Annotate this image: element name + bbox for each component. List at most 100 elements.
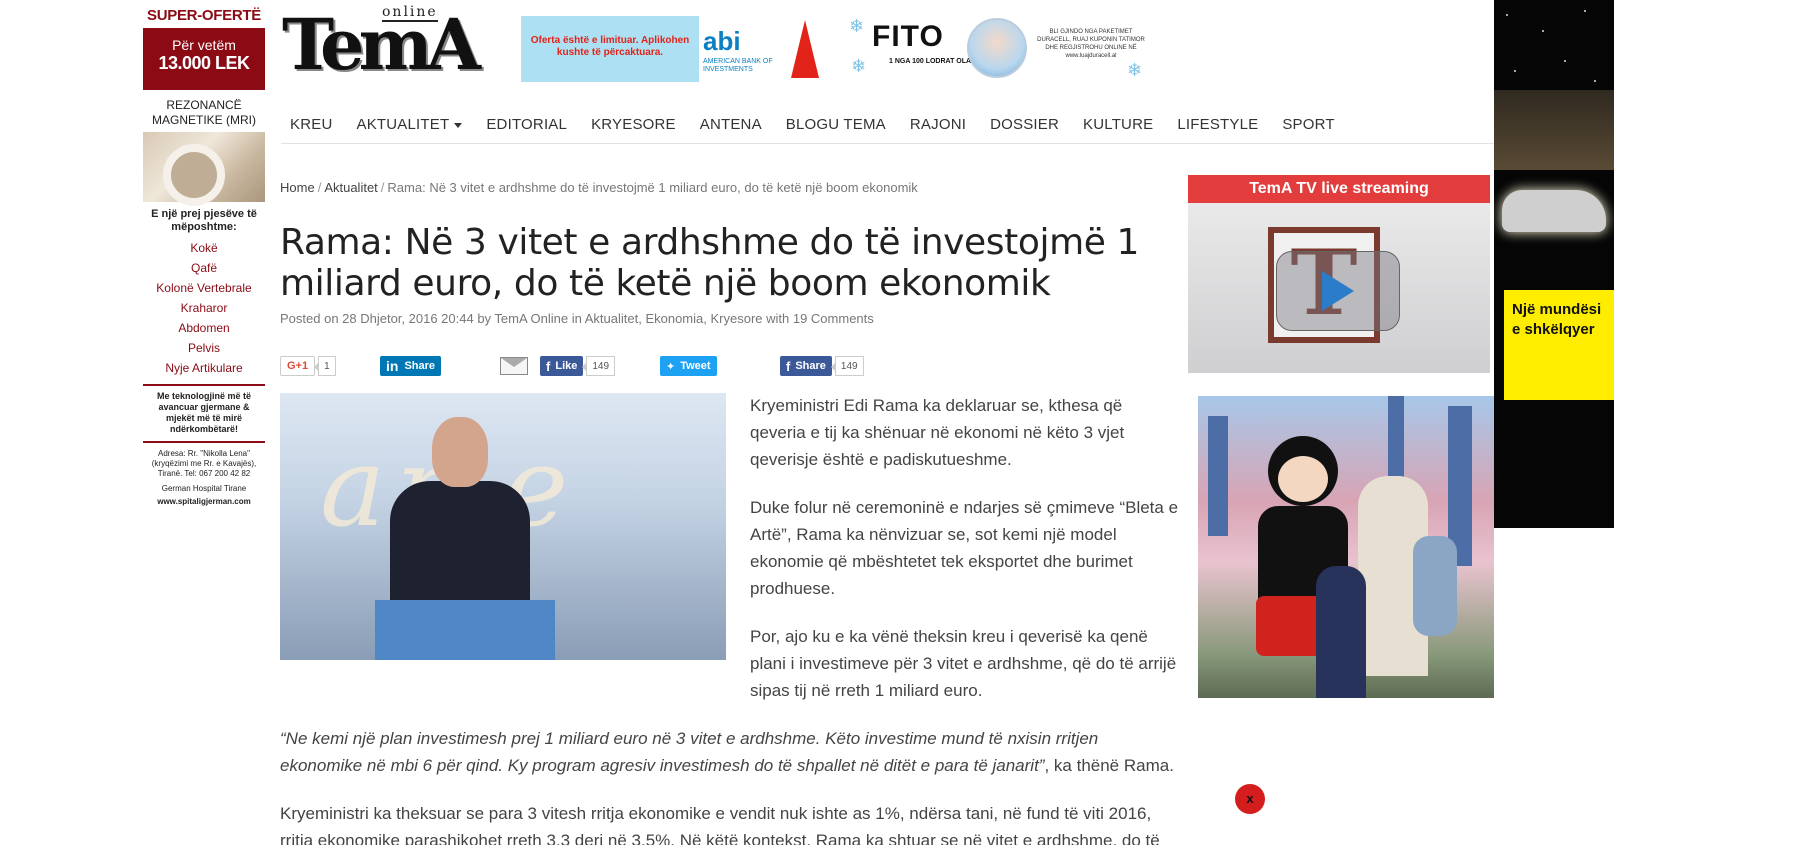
city-building-image xyxy=(1494,90,1614,170)
facebook-share-button[interactable]: f Share xyxy=(780,356,832,376)
breadcrumb-home[interactable]: Home xyxy=(280,180,315,195)
nav-item-kryesore[interactable]: KRYESORE xyxy=(591,116,676,133)
linkedin-label: Share xyxy=(404,360,436,372)
ad-question: E një prej pjesëve të mëposhtme: xyxy=(151,208,257,233)
right-skyscraper-ad[interactable]: Një mundësi e shkëlqyer xyxy=(1494,0,1614,528)
tweet-button[interactable]: ✦ Tweet xyxy=(660,356,717,376)
facebook-share-label: Share xyxy=(795,360,826,372)
nav-item-lifestyle[interactable]: LIFESTYLE xyxy=(1177,116,1258,133)
star-dot xyxy=(1584,10,1586,12)
ad-address: Adresa: Rr. "Nikolla Lena" (kryqëzimi me… xyxy=(151,449,257,478)
list-item: Abdomen xyxy=(178,321,230,335)
nav-item-editorial[interactable]: EDITORIAL xyxy=(486,116,567,133)
tv-player[interactable]: T xyxy=(1188,203,1490,373)
share-bar: G+1 1 in Share f Like 149 ✦ Tweet f Share 14… xyxy=(280,356,900,378)
quote-attribution: , ka thënë Rama. xyxy=(1044,756,1174,775)
close-button[interactable]: x xyxy=(1235,784,1265,814)
breadcrumb: Home / Aktualitet / Rama: Në 3 vitet e ardhs… xyxy=(280,180,918,195)
facebook-share-count: 149 xyxy=(830,356,864,376)
podium xyxy=(375,600,555,660)
star-dot xyxy=(1594,80,1596,82)
play-button[interactable] xyxy=(1276,251,1400,331)
nav-item-antena[interactable]: ANTENA xyxy=(700,116,762,133)
twitter-share[interactable]: ✦ Tweet xyxy=(660,356,717,376)
nav-item-sport[interactable]: SPORT xyxy=(1282,116,1334,133)
list-item: Kolonë Vertebrale xyxy=(156,281,252,295)
girl-figure xyxy=(1316,566,1366,698)
nav-item-aktualitet[interactable]: AKTUALITET xyxy=(356,116,463,133)
abi-logo: abi xyxy=(703,26,741,56)
site-logo[interactable]: online TemA xyxy=(282,2,500,82)
castle-tower xyxy=(1208,416,1228,536)
article-meta: Posted on 28 Dhjetor, 2016 20:44 by TemA… xyxy=(280,311,874,326)
twitter-bird-icon: ✦ xyxy=(666,360,676,373)
article-paragraph: Por, ajo ku e ka vënë theksin kreu i qev… xyxy=(750,627,1177,700)
article-title: Rama: Në 3 vitet e ardhshme do të invest… xyxy=(280,222,1140,304)
mri-machine-image xyxy=(143,132,265,206)
ad-website: www.spitaligjerman.com xyxy=(157,497,251,506)
ad-tech-text: Me teknologjinë më të avancuar gjermane … xyxy=(156,391,252,434)
nav-item-kreu[interactable]: KREU xyxy=(290,116,332,133)
fito-banner-ad[interactable]: ❄ ❄ ❄ FITO 1 NGA 100 LODRAT OLAF BLI GJI… xyxy=(847,16,1153,82)
linkedin-button[interactable]: in Share xyxy=(380,356,442,376)
tv-title: TemA TV live streaming xyxy=(1188,175,1490,203)
gplus-share[interactable]: G+1 1 xyxy=(280,356,336,376)
abi-banner-ad[interactable]: Oferta është e limituar. Aplikohen kusht… xyxy=(521,16,821,82)
list-item: Pelvis xyxy=(187,341,220,355)
right-ad-text: Një mundësi e shkëlqyer xyxy=(1504,290,1614,400)
disney-ad-image[interactable] xyxy=(1198,396,1494,698)
facebook-like[interactable]: f Like 149 xyxy=(540,356,616,376)
list-item: Kraharor xyxy=(180,301,228,315)
nav-item-blogu-tema[interactable]: BLOGU TEMA xyxy=(786,116,886,133)
email-icon[interactable] xyxy=(500,357,528,375)
nav-item-label: AKTUALITET xyxy=(356,116,450,133)
divider xyxy=(143,384,265,386)
ad-hospital-logo: German Hospital Tirane xyxy=(161,484,247,493)
star-dot xyxy=(1506,14,1508,16)
facebook-like-button[interactable]: f Like xyxy=(540,356,584,376)
linkedin-share[interactable]: in Share xyxy=(380,356,442,376)
caret-down-icon xyxy=(454,122,463,128)
ad-title: SUPER-OFERTË xyxy=(147,7,261,24)
ad-price-line1: Për vetëm xyxy=(172,37,236,53)
star-dot xyxy=(1564,60,1566,62)
breadcrumb-section[interactable]: Aktualitet xyxy=(324,180,377,195)
quote-text: “Ne kemi një plan investimesh prej 1 mil… xyxy=(280,729,1099,775)
article-paragraph: Kryeministri Edi Rama ka deklaruar se, k… xyxy=(750,396,1125,469)
ad-body-parts-list: Kokë Qafë Kolonë Vertebrale Kraharor Abd… xyxy=(143,238,265,378)
mickey-face xyxy=(1278,456,1328,502)
article-quote: “Ne kemi një plan investimesh prej 1 mil… xyxy=(280,725,1180,779)
nav-item-rajoni[interactable]: RAJONI xyxy=(910,116,966,133)
tema-tv-widget[interactable]: TemA TV live streaming T xyxy=(1188,175,1490,373)
abi-subtitle: AMERICAN BANK OF INVESTMENTS xyxy=(703,58,773,73)
character-image xyxy=(967,18,1027,78)
child-figure xyxy=(1413,536,1457,636)
article-image: ar e xyxy=(280,393,726,660)
article-paragraph: Kryeministri ka theksuar se para 3 vites… xyxy=(280,804,1160,845)
list-item: Qafë xyxy=(190,261,217,275)
ad-mri-label: REZONANCË MAGNETIKE (MRI) xyxy=(152,98,256,127)
main-nav: KREU AKTUALITET EDITORIAL KRYESORE ANTEN… xyxy=(281,106,1501,144)
tweet-label: Tweet xyxy=(680,360,711,372)
gplus-count: 1 xyxy=(314,356,336,376)
star-dot xyxy=(1542,30,1544,32)
ad-price-box: Për vetëm 13.000 LEK xyxy=(143,28,265,90)
facebook-icon: f xyxy=(786,358,791,374)
fito-logo: FITO xyxy=(872,20,944,53)
nav-item-kulture[interactable]: KULTURE xyxy=(1083,116,1153,133)
snowflake-icon: ❄ xyxy=(851,56,867,76)
facebook-share[interactable]: f Share 149 xyxy=(780,356,864,376)
snowflake-icon: ❄ xyxy=(1127,60,1143,80)
facebook-like-count: 149 xyxy=(582,356,616,376)
abi-offer-text: Oferta është e limituar. Aplikohen kusht… xyxy=(521,16,699,82)
castle-tower xyxy=(1388,396,1404,486)
left-skyscraper-ad[interactable]: SUPER-OFERTË Për vetëm 13.000 LEK REZONA… xyxy=(143,0,265,540)
fito-text: BLI GJINDO NGA PAKETIMET DURACELL, RUAJ … xyxy=(1037,29,1145,59)
article-paragraph: Duke folur në ceremoninë e ndarjes së çm… xyxy=(750,498,1179,598)
logo-tema-text: TemA xyxy=(282,3,481,86)
linkedin-icon: in xyxy=(386,358,399,374)
gplus-button[interactable]: G+1 xyxy=(280,356,316,376)
nav-item-dossier[interactable]: DOSSIER xyxy=(990,116,1059,133)
email-share[interactable] xyxy=(500,356,528,376)
ad-price-line2: 13.000 LEK xyxy=(158,53,250,73)
